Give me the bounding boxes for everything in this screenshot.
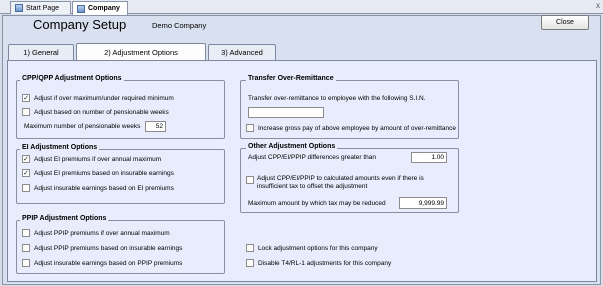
checkbox[interactable]: ✓: [22, 155, 30, 163]
ei-adjust-over-max[interactable]: ✓ Adjust EI premiums if over annual maxi…: [22, 155, 161, 163]
page-icon: [15, 4, 23, 12]
doc-tab-label: Start Page: [26, 4, 60, 12]
checkbox[interactable]: [22, 184, 30, 192]
ppip-adjust-insurable[interactable]: Adjust PPIP premiums based on insurable …: [22, 244, 182, 252]
differences-label: Adjust CPP/EI/PPIP differences greater t…: [248, 154, 377, 161]
checkbox[interactable]: [246, 259, 254, 267]
checkbox-label: Adjust insurable earnings based on PPIP …: [34, 259, 183, 267]
tab-advanced[interactable]: 3) Advanced: [208, 44, 276, 60]
company-name: Demo Company: [152, 21, 207, 30]
checkbox[interactable]: [22, 244, 30, 252]
checkbox-label: Adjust EI premiums based on insurable ea…: [34, 169, 174, 177]
sin-input[interactable]: [248, 107, 324, 118]
ppip-adjust-over-max[interactable]: Adjust PPIP premiums if over annual maxi…: [22, 229, 170, 237]
increase-gross-pay[interactable]: Increase gross pay of above employee by …: [246, 124, 456, 132]
close-tab-icon[interactable]: x: [596, 1, 600, 10]
checkbox-label: Adjust insurable earnings based on EI pr…: [34, 184, 174, 192]
cpp-adjust-over-max[interactable]: ✓ Adjust if over maximum/under required …: [22, 94, 174, 102]
ei-group-title: EI Adjustment Options: [20, 144, 100, 151]
checkbox[interactable]: [22, 108, 30, 116]
transfer-sin-label: Transfer over-remittance to employee wit…: [248, 95, 426, 102]
max-tax-reduction-input[interactable]: 9,999.99: [399, 197, 447, 209]
checkbox[interactable]: ✓: [22, 94, 30, 102]
max-weeks-label: Maximum number of pensionable weeks: [24, 123, 141, 130]
transfer-group-title: Transfer Over-Remittance: [246, 75, 336, 82]
ei-adjust-insurable[interactable]: ✓ Adjust EI premiums based on insurable …: [22, 169, 174, 177]
doc-tab-company[interactable]: Company: [72, 1, 128, 15]
adjust-calculated-label-1: Adjust CPP/EI/PPIP to calculated amounts…: [257, 175, 424, 182]
adjust-calculated-label-2: insufficient tax to offset the adjustmen…: [257, 183, 368, 190]
doc-tab-label: Company: [88, 5, 120, 12]
checkbox[interactable]: [246, 244, 254, 252]
page-icon: [77, 4, 85, 13]
max-tax-reduction-label: Maximum amount by which tax may be reduc…: [248, 200, 386, 207]
doc-tab-start-page[interactable]: Start Page: [10, 1, 71, 14]
checkbox[interactable]: [246, 124, 254, 132]
adjust-calculated-checkbox[interactable]: [246, 176, 254, 184]
lock-options[interactable]: Lock adjustment options for this company: [246, 244, 378, 252]
differences-input[interactable]: 1.00: [411, 152, 447, 163]
cpp-adjust-weeks[interactable]: Adjust based on number of pensionable we…: [22, 108, 169, 116]
disable-t4-adjustments[interactable]: Disable T4/RL-1 adjustments for this com…: [246, 259, 391, 267]
cpp-group-title: CPP/QPP Adjustment Options: [20, 75, 124, 82]
checkbox-label: Adjust based on number of pensionable we…: [34, 108, 169, 116]
checkbox[interactable]: [22, 259, 30, 267]
ppip-adjust-earnings[interactable]: Adjust insurable earnings based on PPIP …: [22, 259, 182, 267]
close-button[interactable]: Close: [541, 15, 589, 30]
checkbox-label: Disable T4/RL-1 adjustments for this com…: [258, 259, 392, 267]
checkbox[interactable]: ✓: [22, 169, 30, 177]
checkbox-label: Adjust PPIP premiums if over annual maxi…: [34, 229, 170, 237]
ei-adjust-earnings[interactable]: Adjust insurable earnings based on EI pr…: [22, 184, 174, 192]
tab-adjustment-options[interactable]: 2) Adjustment Options: [76, 43, 206, 61]
max-weeks-input[interactable]: 52: [145, 121, 166, 132]
checkbox-label: Adjust if over maximum/under required mi…: [34, 94, 174, 102]
checkbox[interactable]: [22, 229, 30, 237]
ppip-group-title: PPIP Adjustment Options: [20, 215, 109, 222]
page-title: Company Setup: [33, 17, 127, 32]
other-group-title: Other Adjustment Options: [246, 143, 338, 150]
checkbox-label: Increase gross pay of above employee by …: [258, 124, 456, 132]
tab-general[interactable]: 1) General: [8, 44, 74, 60]
checkbox-label: Adjust EI premiums if over annual maximu…: [34, 155, 162, 163]
checkbox-label: Adjust PPIP premiums based on insurable …: [34, 244, 183, 252]
checkbox-label: Lock adjustment options for this company: [258, 244, 378, 252]
